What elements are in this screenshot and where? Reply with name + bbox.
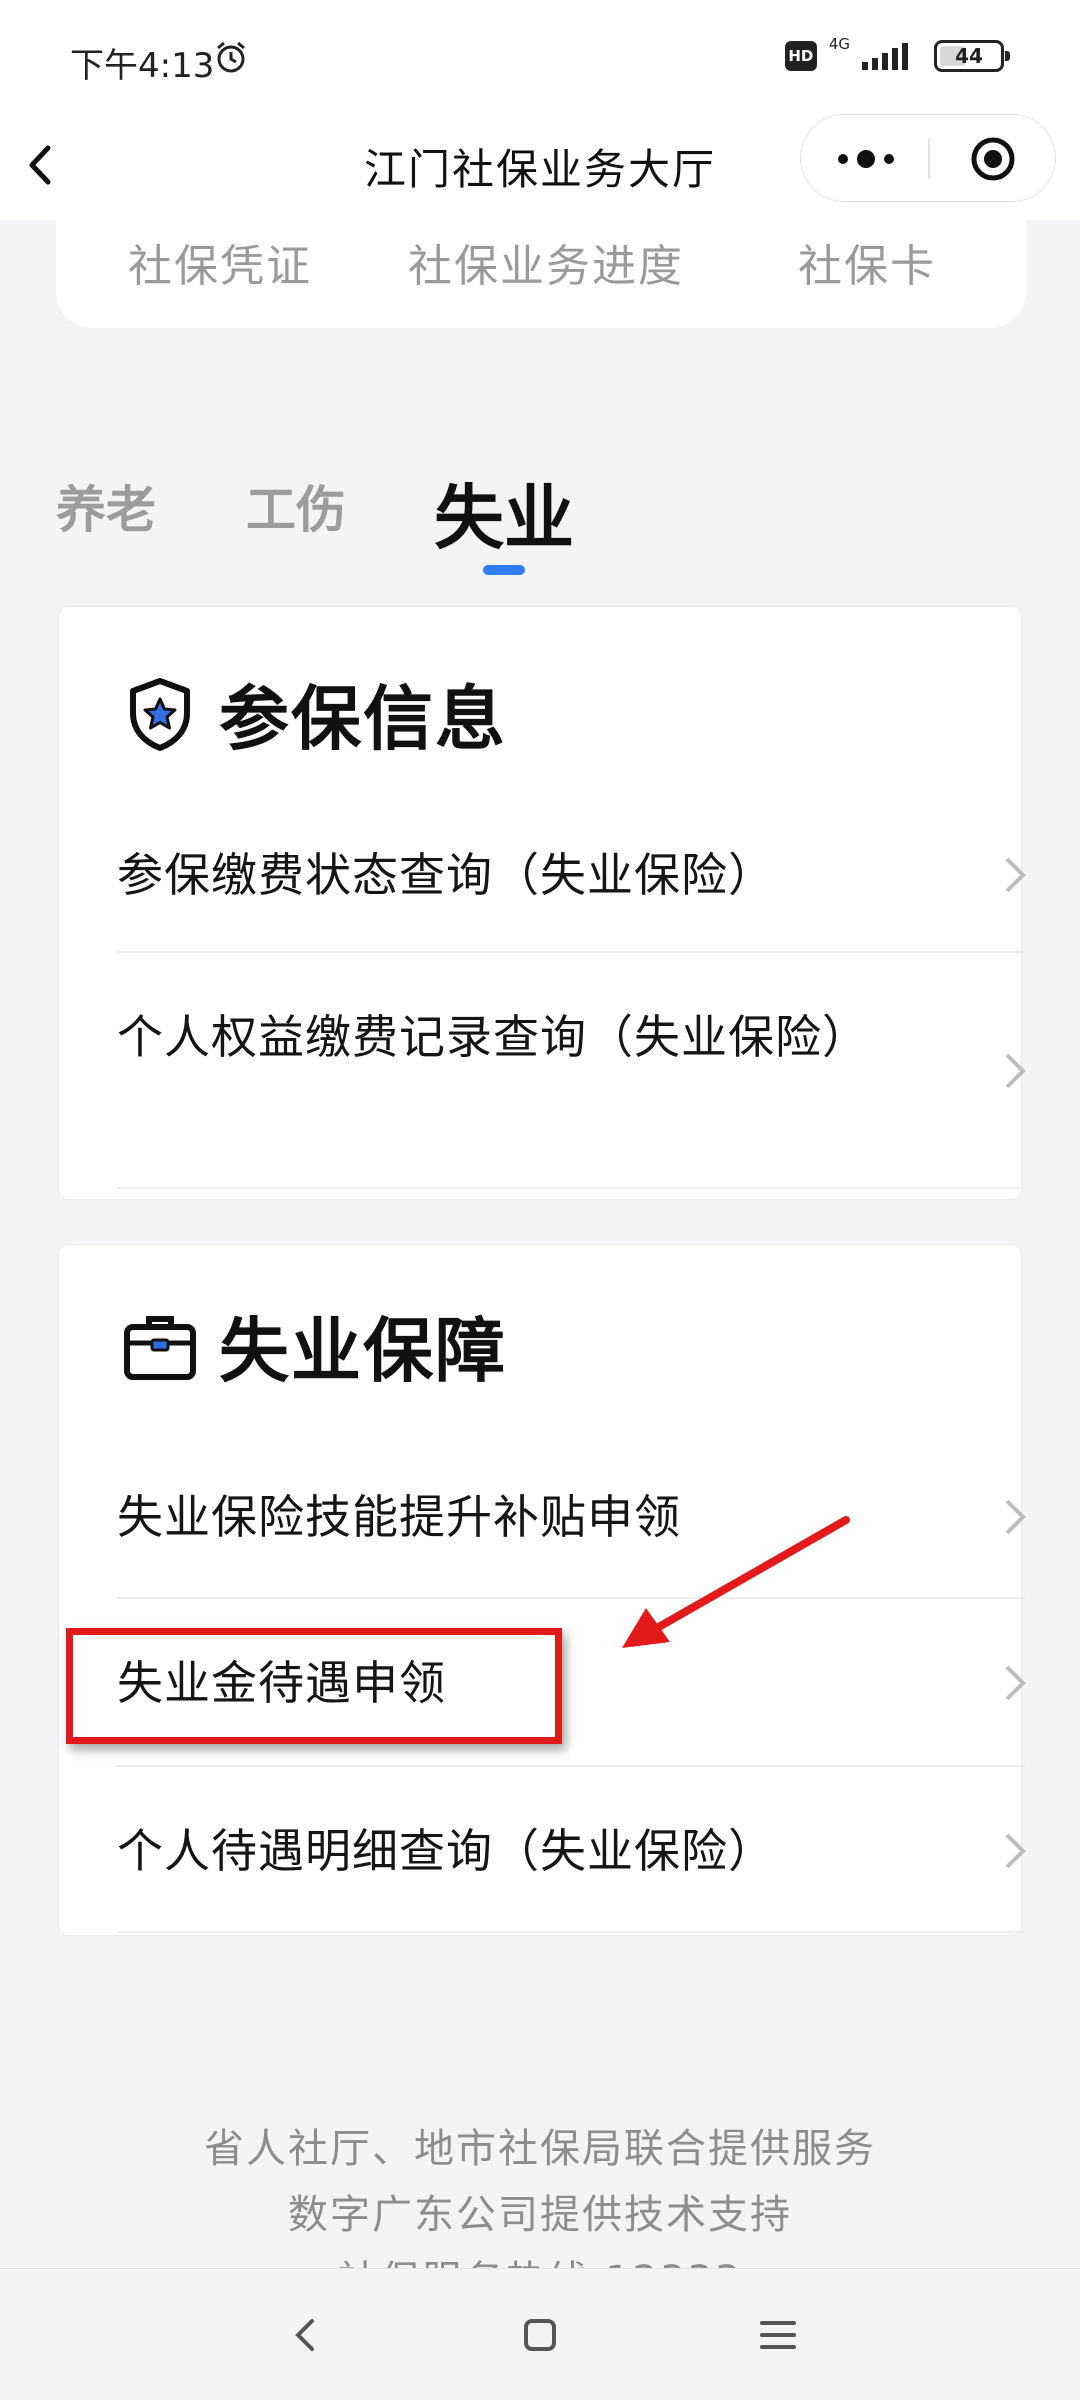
network-type: 4G	[828, 35, 850, 53]
tab-pension[interactable]: 养老	[56, 470, 156, 542]
tab-work-injury[interactable]: 工伤	[246, 470, 346, 542]
alarm-clock-icon	[217, 41, 245, 73]
system-home-icon[interactable]	[518, 2313, 562, 2357]
card-title: 参保信息	[219, 678, 507, 760]
mini-program-capsule	[800, 114, 1056, 202]
tab-active-indicator	[483, 565, 525, 575]
shield-star-icon	[130, 677, 190, 751]
mini-program-nav-bar: 江门社保业务大厅	[0, 110, 1080, 220]
list-item-label: 个人权益缴费记录查询（失业保险）	[117, 1010, 869, 1064]
system-back-icon[interactable]	[284, 2313, 328, 2357]
capsule-divider	[928, 139, 930, 179]
chevron-right-icon	[1005, 857, 1026, 893]
battery-level: 44	[955, 44, 983, 68]
list-item-label: 参保缴费状态查询（失业保险）	[117, 848, 775, 902]
list-item-contribution-record-query[interactable]: 个人权益缴费记录查询（失业保险）	[117, 953, 1026, 1189]
footer-tech-support: 数字广东公司提供技术支持	[288, 2192, 792, 2238]
card-header: 参保信息	[121, 663, 507, 764]
battery-icon: 44	[934, 40, 1010, 72]
list-item-skill-subsidy-application[interactable]: 失业保险技能提升补贴申领	[117, 1435, 1026, 1599]
highlight-annotation-box	[66, 1628, 562, 1744]
quick-link-social-security-certificate[interactable]: 社保凭证	[128, 230, 312, 294]
system-menu-icon[interactable]	[756, 2313, 800, 2357]
card-title: 失业保障	[219, 1310, 507, 1392]
status-indicators: HD 4G 44	[784, 35, 1010, 74]
insurance-info-card: 参保信息 参保缴费状态查询（失业保险） 个人权益缴费记录查询（失业保险）	[58, 606, 1026, 1200]
list-item-benefit-details-query[interactable]: 个人待遇明细查询（失业保险）	[117, 1767, 1026, 1933]
hd-badge: HD	[784, 41, 817, 71]
chevron-right-icon	[1005, 1833, 1026, 1869]
status-time: 下午4:13	[70, 46, 215, 86]
chevron-right-icon	[1005, 1499, 1026, 1535]
system-navigation-bar	[0, 2268, 1080, 2400]
card-header: 失业保障	[121, 1295, 507, 1396]
more-options-icon[interactable]	[831, 139, 901, 179]
list-item-label: 个人待遇明细查询（失业保险）	[117, 1824, 775, 1878]
chevron-right-icon	[1005, 1665, 1026, 1701]
tab-unemployment[interactable]: 失业	[434, 462, 574, 563]
chevron-right-icon	[1005, 1053, 1026, 1089]
close-mini-program-icon[interactable]	[969, 135, 1017, 183]
signal-icon	[862, 43, 908, 70]
red-arrow-annotation-icon	[622, 1516, 850, 1648]
footer-service-provider: 省人社厅、地市社保局联合提供服务	[204, 2126, 876, 2172]
quick-links-card: 社保凭证 社保业务进度 社保卡	[56, 210, 1026, 328]
quick-link-business-progress[interactable]: 社保业务进度	[408, 230, 684, 294]
quick-link-social-security-card[interactable]: 社保卡	[798, 230, 936, 294]
status-bar: 下午4:13 HD 4G 44	[0, 0, 1080, 110]
list-item-payment-status-query[interactable]: 参保缴费状态查询（失业保险）	[117, 797, 1026, 953]
briefcase-icon	[124, 1315, 196, 1380]
unemployment-security-card: 失业保障 失业保险技能提升补贴申领 失业金待遇申领 个人待遇明细查询（失业保险）	[58, 1244, 1026, 1936]
